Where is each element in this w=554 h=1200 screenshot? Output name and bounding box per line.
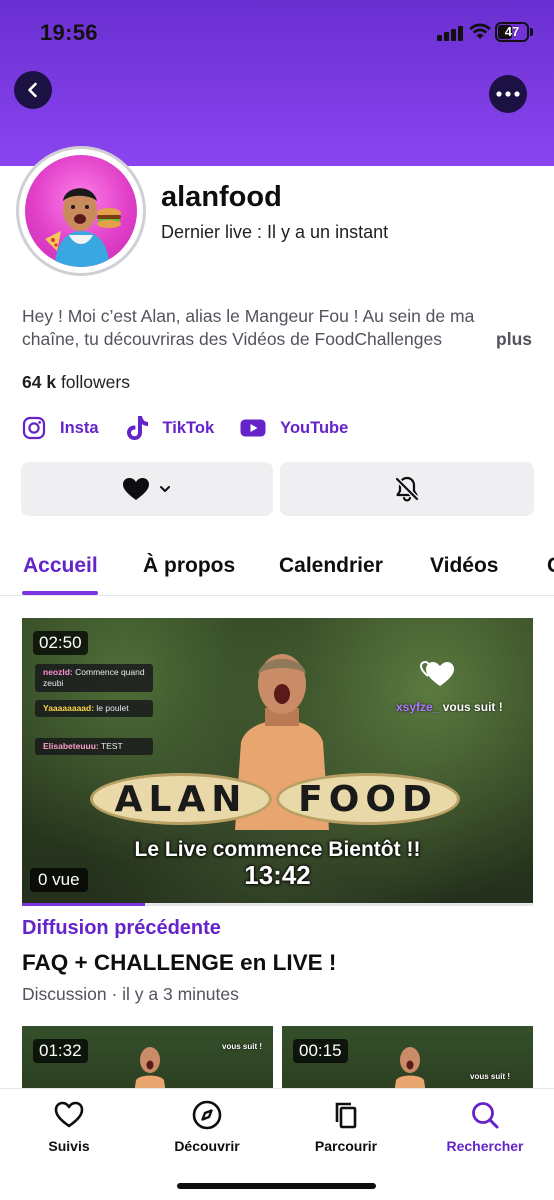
chat-message: neozld: Commence quand zeubi (35, 664, 153, 692)
social-label-instagram: Insta (60, 418, 99, 437)
nav-label: Rechercher (446, 1138, 524, 1154)
followers-number: 64 k (22, 372, 57, 392)
chat-user: Yaaaaaaaad: (43, 703, 95, 713)
social-link-instagram[interactable]: Insta (22, 416, 99, 440)
last-live-status: Dernier live : Il y a un instant (161, 222, 389, 242)
signal-icon (437, 25, 463, 41)
social-label-youtube: YouTube (280, 418, 349, 437)
heart-outline-icon (54, 1101, 84, 1128)
duration-badge: 01:32 (33, 1039, 88, 1063)
tiktok-icon (126, 416, 148, 440)
battery-icon: 47 (495, 22, 529, 42)
tab-calendrier[interactable]: Calendrier (279, 554, 383, 578)
status-bar: 19:56 47 (0, 0, 554, 66)
channel-tabs: Accueil À propos Calendrier Vidéos C (0, 548, 554, 596)
more-horizontal-icon (496, 91, 520, 97)
follower-count: 64 k followers (22, 372, 130, 393)
copy-icon (335, 1102, 357, 1129)
follow-alert-text: vous suit ! (470, 1072, 511, 1081)
channel-bio[interactable]: Hey ! Moi c’est Alan, alias le Mangeur F… (22, 305, 534, 351)
follow-button[interactable] (21, 462, 273, 516)
chat-text: TEST (100, 741, 123, 751)
avatar[interactable] (16, 146, 146, 276)
chevron-left-icon (28, 82, 37, 98)
nav-suivis[interactable]: Suivis (0, 1099, 138, 1154)
duration-badge: 02:50 (33, 631, 88, 655)
nav-decouvrir[interactable]: Découvrir (138, 1099, 276, 1154)
battery-cap (530, 28, 533, 36)
tabs-divider (0, 595, 554, 596)
chat-user: neozld: (43, 667, 73, 677)
chat-text: le poulet (96, 703, 129, 713)
follow-alert-user: xsyfze_ (396, 700, 440, 714)
featured-video-thumbnail[interactable]: ALAN FOOD neozld: Commence quand zeubi Y… (22, 618, 533, 904)
battery-percent: 47 (504, 24, 520, 39)
nav-label: Suivis (48, 1138, 90, 1154)
section-label: Diffusion précédente (22, 917, 221, 939)
chat-message: Yaaaaaaaad: le poulet (35, 700, 153, 717)
social-link-tiktok[interactable]: TikTok (125, 415, 215, 441)
channel-name: alanfood (161, 181, 282, 213)
sign-food: FOOD (276, 773, 460, 825)
compass-icon (192, 1100, 222, 1130)
nav-rechercher[interactable]: Rechercher (416, 1099, 554, 1154)
followers-label: followers (60, 372, 130, 392)
duration-badge: 00:15 (293, 1039, 348, 1063)
bell-off-icon (395, 476, 419, 502)
social-label-tiktok: TikTok (162, 418, 215, 437)
youtube-icon (240, 419, 266, 437)
social-link-youtube[interactable]: YouTube (240, 418, 348, 438)
social-links: Insta TikTok YouTube (22, 415, 374, 441)
chat-message: Elisabeteuuu: TEST (35, 738, 153, 755)
overlay-countdown: 13:42 (244, 860, 311, 890)
video-meta: Discussion · il y a 3 minutes (22, 984, 239, 1004)
instagram-icon (22, 416, 46, 440)
chevron-down-icon (160, 486, 170, 492)
status-time: 19:56 (40, 20, 98, 45)
wifi-icon (469, 23, 491, 39)
more-options-button[interactable] (489, 75, 527, 113)
tab-accueil[interactable]: Accueil (23, 554, 98, 578)
follow-alert-text: vous suit ! (442, 700, 503, 714)
tab-truncated[interactable]: C (547, 554, 554, 578)
bio-line-1: Hey ! Moi c’est Alan, alias le Mangeur F… (22, 306, 475, 326)
notifications-button[interactable] (280, 462, 534, 516)
follow-alert: xsyfze_ vous suit ! (396, 700, 503, 714)
watch-progress-fill (22, 903, 145, 906)
tab-a-propos[interactable]: À propos (143, 554, 235, 578)
tab-videos[interactable]: Vidéos (430, 554, 498, 578)
hearts-icon (419, 660, 454, 686)
overlay-announcement: Le Live commence Bientôt !! (134, 838, 421, 861)
watch-progress-bar (22, 903, 533, 906)
avatar-image (25, 155, 137, 267)
back-button[interactable] (14, 71, 52, 109)
nav-parcourir[interactable]: Parcourir (277, 1099, 415, 1154)
nav-label: Parcourir (314, 1138, 378, 1154)
bio-line-2: chaîne, tu découvriras des Vidéos de Foo… (22, 329, 442, 349)
video-title[interactable]: FAQ + CHALLENGE en LIVE ! (22, 950, 336, 976)
bio-more-link[interactable]: plus (482, 328, 532, 351)
search-icon (472, 1102, 499, 1129)
views-badge: 0 vue (30, 868, 88, 892)
follow-alert-text: vous suit ! (222, 1042, 263, 1051)
home-indicator (177, 1183, 376, 1189)
nav-label: Découvrir (174, 1138, 240, 1154)
chat-user: Elisabeteuuu: (43, 741, 99, 751)
heart-icon (123, 478, 149, 500)
sign-alan: ALAN (90, 773, 272, 825)
